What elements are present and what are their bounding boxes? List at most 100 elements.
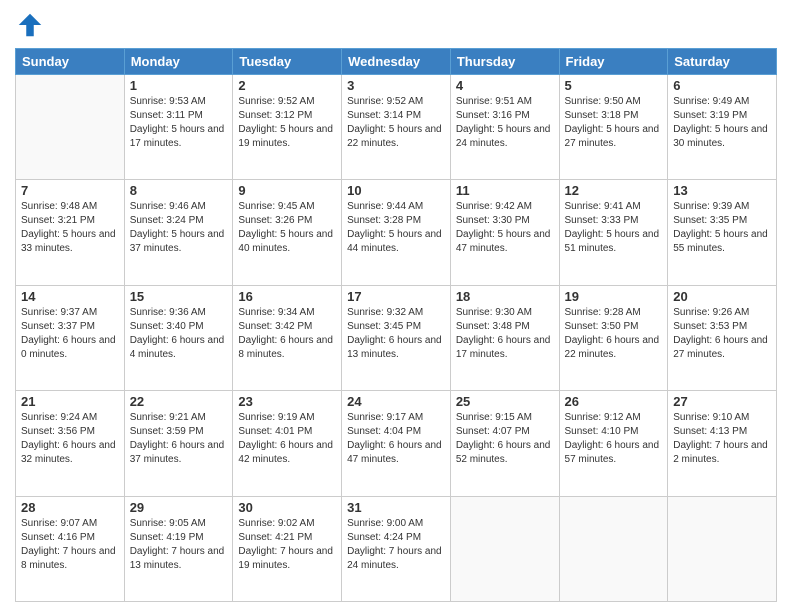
sunset-text: Sunset: 3:19 PM (673, 110, 747, 121)
day-number: 28 (21, 500, 119, 515)
day-number: 26 (565, 394, 663, 409)
sunset-text: Sunset: 3:53 PM (673, 321, 747, 332)
sunset-text: Sunset: 4:21 PM (238, 532, 312, 543)
col-sunday: Sunday (16, 49, 125, 75)
sunrise-text: Sunrise: 9:02 AM (238, 518, 314, 529)
daylight-text: Daylight: 6 hours and 57 minutes. (565, 440, 660, 465)
calendar-cell: 17 Sunrise: 9:32 AMSunset: 3:45 PMDayligh… (342, 285, 451, 390)
day-info: Sunrise: 9:45 AMSunset: 3:26 PMDaylight:… (238, 200, 336, 256)
daylight-text: Daylight: 5 hours and 37 minutes. (130, 229, 225, 254)
day-info: Sunrise: 9:51 AMSunset: 3:16 PMDaylight:… (456, 95, 554, 151)
sunset-text: Sunset: 3:45 PM (347, 321, 421, 332)
calendar-cell: 15Sunrise: 9:36 AMSunset: 3:40 PMDayligh… (124, 285, 233, 390)
daylight-text: Daylight: 6 hours and 0 minutes. (21, 335, 116, 360)
sunset-text: Sunset: 3:18 PM (565, 110, 639, 121)
calendar-cell: 31Sunrise: 9:00 AMSunset: 4:24 PMDayligh… (342, 496, 451, 601)
sunrise-text: Sunrise: 9:26 AM (673, 307, 749, 318)
day-number: 27 (673, 394, 771, 409)
day-number: 16 (238, 289, 336, 304)
day-number: 19 (565, 289, 663, 304)
col-saturday: Saturday (668, 49, 777, 75)
daylight-text: Daylight: 7 hours and 2 minutes. (673, 440, 768, 465)
calendar-cell: 13Sunrise: 9:39 AMSunset: 3:35 PMDayligh… (668, 180, 777, 285)
day-info: Sunrise: 9:30 AMSunset: 3:48 PMDaylight:… (456, 306, 554, 362)
day-info: Sunrise: 9:39 AMSunset: 3:35 PMDaylight:… (673, 200, 771, 256)
col-friday: Friday (559, 49, 668, 75)
day-info: Sunrise: 9:17 AMSunset: 4:04 PMDaylight:… (347, 411, 445, 467)
sunset-text: Sunset: 3:26 PM (238, 215, 312, 226)
calendar-cell: 30Sunrise: 9:02 AMSunset: 4:21 PMDayligh… (233, 496, 342, 601)
day-info: Sunrise: 9:32 AMSunset: 3:45 PMDaylight:… (347, 306, 445, 362)
sunrise-text: Sunrise: 9:17 AM (347, 412, 423, 423)
day-info: Sunrise: 9:10 AMSunset: 4:13 PMDaylight:… (673, 411, 771, 467)
day-info: Sunrise: 9:41 AMSunset: 3:33 PMDaylight:… (565, 200, 663, 256)
calendar-cell: 9Sunrise: 9:45 AMSunset: 3:26 PMDaylight… (233, 180, 342, 285)
daylight-text: Daylight: 5 hours and 30 minutes. (673, 124, 768, 149)
sunset-text: Sunset: 4:10 PM (565, 426, 639, 437)
day-number: 20 (673, 289, 771, 304)
day-number: 14 (21, 289, 119, 304)
col-tuesday: Tuesday (233, 49, 342, 75)
day-info: Sunrise: 9:53 AM Sunset: 3:11 PM Daylight:… (130, 95, 228, 151)
sunrise-text: Sunrise: 9:42 AM (456, 201, 532, 212)
sunset-text: Sunset: 3:11 PM (130, 110, 203, 121)
calendar-cell: 10Sunrise: 9:44 AMSunset: 3:28 PMDayligh… (342, 180, 451, 285)
calendar-cell: 28 Sunrise: 9:07 AMSunset: 4:16 PMDayligh… (16, 496, 125, 601)
day-number: 7 (21, 183, 119, 198)
calendar-cell: 29Sunrise: 9:05 AMSunset: 4:19 PMDayligh… (124, 496, 233, 601)
day-number: 17 (347, 289, 445, 304)
sunrise-text: Sunrise: 9:15 AM (456, 412, 532, 423)
sunrise-text: Sunrise: 9:19 AM (238, 412, 314, 423)
daylight-text: Daylight: 6 hours and 52 minutes. (456, 440, 551, 465)
day-number: 5 (565, 78, 663, 93)
day-info: Sunrise: 9:26 AM Sunset: 3:53 PM Daylight:… (673, 306, 771, 362)
col-monday: Monday (124, 49, 233, 75)
calendar-cell (16, 75, 125, 180)
sunset-text: Sunset: 3:24 PM (130, 215, 204, 226)
daylight-text: Daylight: 7 hours and 19 minutes. (238, 546, 333, 571)
calendar-cell: 6Sunrise: 9:49 AMSunset: 3:19 PMDaylight… (668, 75, 777, 180)
sunset-text: Sunset: 4:07 PM (456, 426, 530, 437)
calendar-cell: 21Sunrise: 9:24 AMSunset: 3:56 PMDayligh… (16, 391, 125, 496)
logo (15, 10, 49, 40)
calendar-cell: 14 Sunrise: 9:37 AMSunset: 3:37 PMDayligh… (16, 285, 125, 390)
day-info: Sunrise: 9:02 AM Sunset: 4:21 PM Daylight:… (238, 517, 336, 573)
calendar-cell: 5 Sunrise: 9:50 AMSunset: 3:18 PMDaylight… (559, 75, 668, 180)
calendar-cell: 11Sunrise: 9:42 AMSunset: 3:30 PMDayligh… (450, 180, 559, 285)
daylight-text: Daylight: 5 hours and 55 minutes. (673, 229, 768, 254)
sunrise-text: Sunrise: 9:53 AM (130, 96, 206, 107)
day-info: Sunrise: 9:07 AMSunset: 4:16 PMDaylight:… (21, 517, 119, 573)
col-wednesday: Wednesday (342, 49, 451, 75)
daylight-text: Daylight: 6 hours and 27 minutes. (673, 335, 768, 360)
day-info: Sunrise: 9:37 AMSunset: 3:37 PMDaylight:… (21, 306, 119, 362)
sunrise-text: Sunrise: 9:30 AM (456, 307, 532, 318)
calendar-cell: 23Sunrise: 9:19 AMSunset: 4:01 PMDayligh… (233, 391, 342, 496)
daylight-text: Daylight: 5 hours and 47 minutes. (456, 229, 551, 254)
sunrise-text: Sunrise: 9:28 AM (565, 307, 641, 318)
day-info: Sunrise: 9:52 AMSunset: 3:12 PMDaylight:… (238, 95, 336, 151)
daylight-text: Daylight: 5 hours and 24 minutes. (456, 124, 551, 149)
daylight-text: Daylight: 6 hours and 32 minutes. (21, 440, 116, 465)
daylight-text: Daylight: 6 hours and 13 minutes. (347, 335, 442, 360)
calendar-cell: 22Sunrise: 9:21 AMSunset: 3:59 PMDayligh… (124, 391, 233, 496)
sunset-text: Sunset: 3:28 PM (347, 215, 421, 226)
calendar-week-row: 7 Sunrise: 9:48 AMSunset: 3:21 PMDaylight… (16, 180, 777, 285)
sunset-text: Sunset: 3:33 PM (565, 215, 639, 226)
day-info: Sunrise: 9:50 AMSunset: 3:18 PMDaylight:… (565, 95, 663, 151)
sunrise-text: Sunrise: 9:34 AM (238, 307, 314, 318)
day-info: Sunrise: 9:12 AMSunset: 4:10 PMDaylight:… (565, 411, 663, 467)
day-number: 4 (456, 78, 554, 93)
daylight-text: Daylight: 7 hours and 24 minutes. (347, 546, 442, 571)
sunset-text: Sunset: 3:50 PM (565, 321, 639, 332)
day-info: Sunrise: 9:48 AMSunset: 3:21 PMDaylight:… (21, 200, 119, 256)
calendar-cell: 3Sunrise: 9:52 AMSunset: 3:14 PMDaylight… (342, 75, 451, 180)
calendar-cell: 16Sunrise: 9:34 AMSunset: 3:42 PMDayligh… (233, 285, 342, 390)
sunset-text: Sunset: 3:30 PM (456, 215, 530, 226)
sunrise-text: Sunrise: 9:52 AM (238, 96, 314, 107)
sunset-text: Sunset: 4:01 PM (238, 426, 312, 437)
day-number: 2 (238, 78, 336, 93)
sunset-text: Sunset: 3:56 PM (21, 426, 95, 437)
daylight-text: Daylight: 5 hours and 17 minutes. (130, 124, 225, 149)
day-number: 10 (347, 183, 445, 198)
sunset-text: Sunset: 3:21 PM (21, 215, 95, 226)
